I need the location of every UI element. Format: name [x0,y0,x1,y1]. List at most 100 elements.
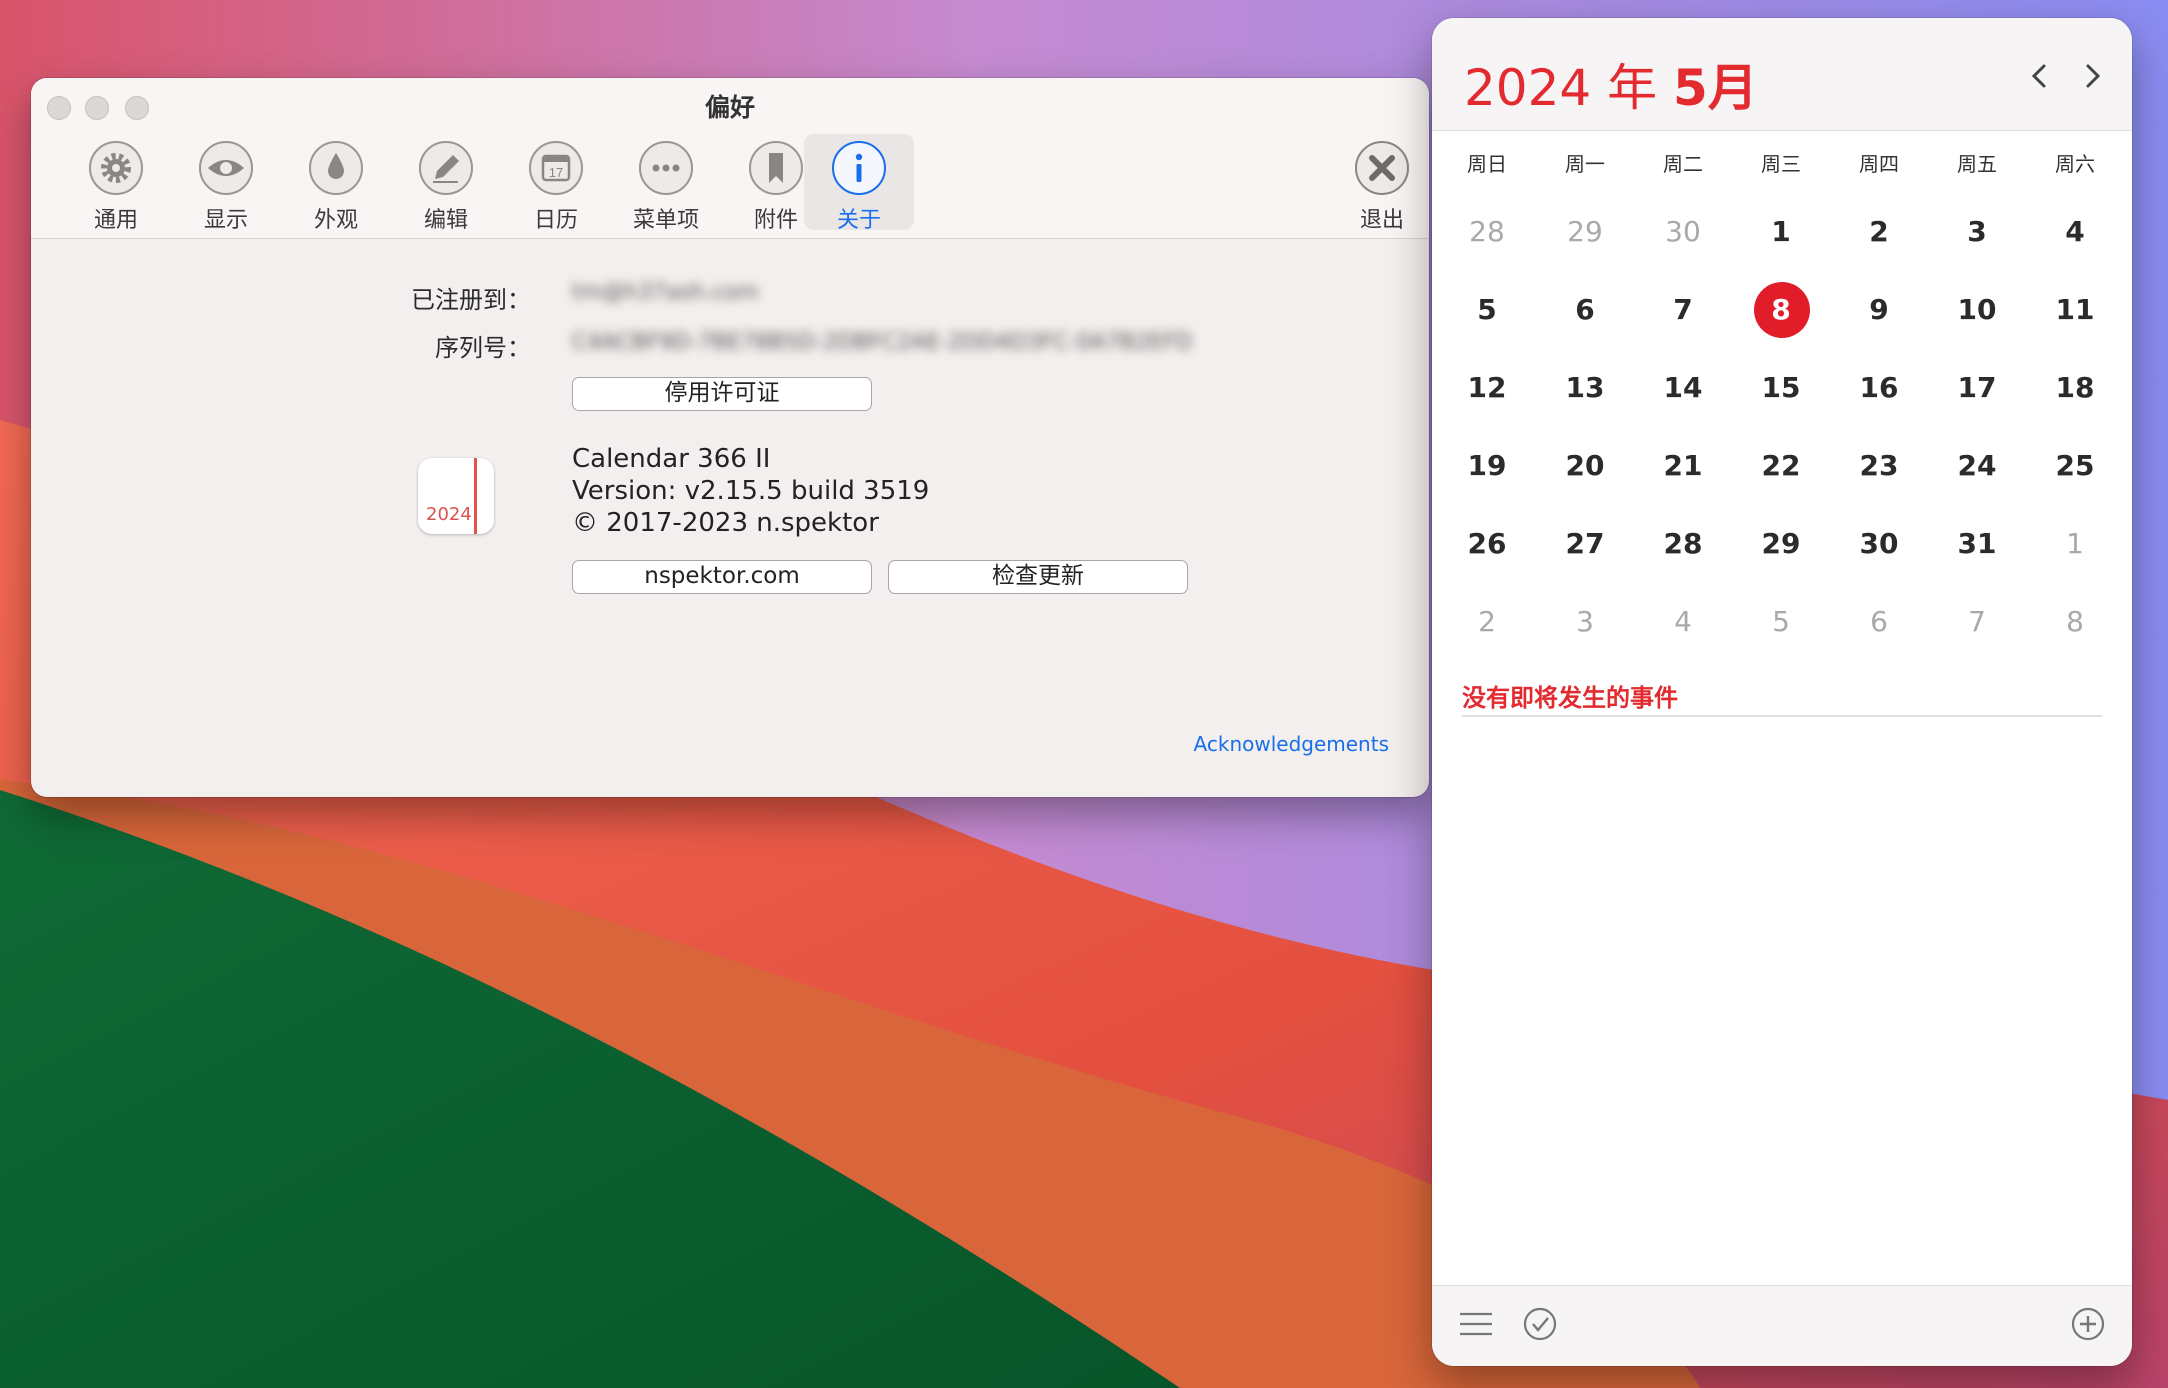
website-button[interactable]: nspektor.com [572,560,872,594]
app-icon-year: 2024 [426,504,472,525]
day-number: 30 [1665,215,1701,248]
app-version: Version: v2.15.5 build 3519 [572,476,930,506]
day-number: 24 [1957,449,1997,482]
day-cell[interactable]: 28 [1438,202,1536,262]
day-cell[interactable]: 23 [1830,436,1928,496]
preferences-window: 偏好 通用 显示 外观 编辑 17 日历 菜单项 附件 关于 退出 已注册到： … [31,78,1429,797]
day-cell[interactable]: 21 [1634,436,1732,496]
day-cell[interactable]: 15 [1732,358,1830,418]
tab-general[interactable]: 通用 [61,134,171,233]
day-number: 8 [1771,293,1791,326]
tab-menu-items[interactable]: 菜单项 [611,134,721,233]
quit-button[interactable]: 退出 [1327,134,1429,233]
day-cell[interactable]: 12 [1438,358,1536,418]
day-number: 19 [1467,449,1507,482]
day-cell[interactable]: 16 [1830,358,1928,418]
day-cell[interactable]: 30 [1634,202,1732,262]
app-icon: 2024 [418,458,494,534]
list-icon[interactable] [1456,1304,1496,1344]
day-number: 13 [1565,371,1605,404]
day-cell[interactable]: 7 [1928,592,2026,652]
day-cell[interactable]: 29 [1536,202,1634,262]
day-cell[interactable]: 1 [1732,202,1830,262]
day-cell[interactable]: 24 [1928,436,2026,496]
weekday-label: 周一 [1565,152,1605,176]
day-cell[interactable]: 3 [1536,592,1634,652]
day-cell[interactable]: 5 [1732,592,1830,652]
day-cell[interactable]: 27 [1536,514,1634,574]
day-cell[interactable]: 11 [2026,280,2124,340]
tab-appearance[interactable]: 外观 [281,134,391,233]
day-cell[interactable]: 18 [2026,358,2124,418]
tab-edit[interactable]: 编辑 [391,134,501,233]
deactivate-license-button[interactable]: 停用许可证 [572,377,872,411]
day-number: 8 [2066,605,2084,638]
bookmark-icon [749,141,803,195]
day-number: 3 [1576,605,1594,638]
drop-icon [309,141,363,195]
gear-icon [89,141,143,195]
day-number: 3 [1967,215,1987,248]
month-text: 5月 [1673,59,1758,117]
day-cell[interactable]: 5 [1438,280,1536,340]
day-cell[interactable]: 9 [1830,280,1928,340]
day-cell[interactable]: 10 [1928,280,2026,340]
tab-calendar-label: 日历 [533,208,578,233]
day-cell[interactable]: 30 [1830,514,1928,574]
day-cell[interactable]: 2 [1438,592,1536,652]
close-x-icon [1355,141,1409,195]
add-icon[interactable] [2068,1304,2108,1344]
tab-display[interactable]: 显示 [171,134,281,233]
checkmark-icon[interactable] [1520,1304,1560,1344]
year-text: 2024 年 [1464,59,1674,117]
day-cell[interactable]: 14 [1634,358,1732,418]
day-cell[interactable]: 19 [1438,436,1536,496]
day-number: 17 [1957,371,1997,404]
svg-text:17: 17 [549,165,563,180]
day-cell[interactable]: 22 [1732,436,1830,496]
weekday-label: 周三 [1761,152,1801,176]
day-number: 23 [1859,449,1899,482]
day-number: 29 [1761,527,1801,560]
day-cell[interactable]: 7 [1634,280,1732,340]
day-number: 5 [1772,605,1790,638]
tab-edit-label: 编辑 [423,208,468,233]
day-cell[interactable]: 6 [1536,280,1634,340]
day-cell-today[interactable]: 8 [1732,280,1830,340]
day-cell[interactable]: 2 [1830,202,1928,262]
day-number: 2 [1869,215,1889,248]
info-icon [832,141,886,195]
events-divider [1462,715,2102,717]
day-number: 20 [1565,449,1605,482]
day-cell[interactable]: 1 [2026,514,2124,574]
day-cell[interactable]: 13 [1536,358,1634,418]
check-updates-button[interactable]: 检查更新 [888,560,1188,594]
day-number: 7 [1673,293,1693,326]
day-cell[interactable]: 17 [1928,358,2026,418]
acknowledgements-link[interactable]: Acknowledgements [1194,732,1389,756]
weekday-label: 周六 [2055,152,2095,176]
day-cell[interactable]: 4 [1634,592,1732,652]
day-number: 30 [1859,527,1899,560]
tab-appearance-label: 外观 [313,208,358,233]
day-cell[interactable]: 29 [1732,514,1830,574]
previous-month-button[interactable] [2020,56,2060,96]
tab-about[interactable]: 关于 [804,134,914,233]
day-cell[interactable]: 6 [1830,592,1928,652]
tab-calendar[interactable]: 17 日历 [501,134,611,233]
day-cell[interactable]: 25 [2026,436,2124,496]
registered-value: tm@h37ash.com [572,280,759,305]
tab-general-label: 通用 [93,208,138,233]
next-month-button[interactable] [2072,56,2112,96]
day-number: 5 [1477,293,1497,326]
calendar-footer [1432,1285,2132,1366]
day-cell[interactable]: 8 [2026,592,2124,652]
window-toolbar: 偏好 通用 显示 外观 编辑 17 日历 菜单项 附件 关于 退出 [31,78,1429,239]
day-cell[interactable]: 4 [2026,202,2124,262]
day-cell[interactable]: 31 [1928,514,2026,574]
day-cell[interactable]: 26 [1438,514,1536,574]
day-cell[interactable]: 20 [1536,436,1634,496]
day-cell[interactable]: 3 [1928,202,2026,262]
weekday-label: 周五 [1957,152,1997,176]
day-cell[interactable]: 28 [1634,514,1732,574]
